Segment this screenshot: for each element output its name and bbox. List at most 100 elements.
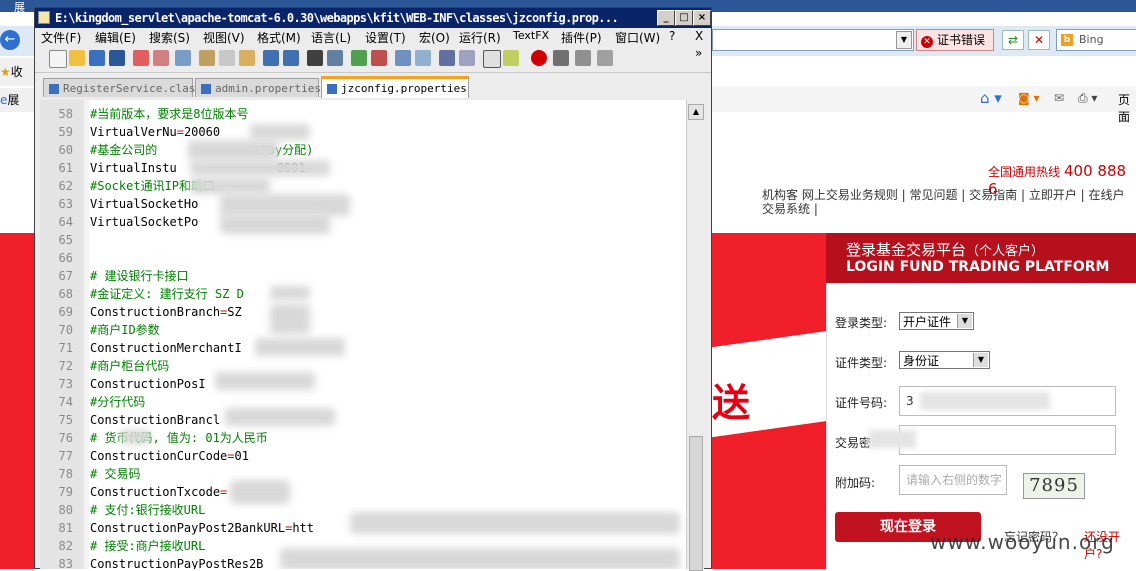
save-all-icon[interactable] xyxy=(109,50,125,66)
show-all-chars-icon[interactable] xyxy=(459,50,475,66)
play-macro-icon[interactable] xyxy=(575,50,591,66)
comment-text: #金证定义: 建行支行 SZ D xyxy=(90,287,244,301)
undo-icon[interactable] xyxy=(263,50,279,66)
comment-text: #当前版本，要求是8位版本号 xyxy=(90,107,249,121)
login-type-select[interactable]: 开户证件 ▼ xyxy=(899,312,974,330)
zoom-in-icon[interactable] xyxy=(351,50,367,66)
zoom-out-icon[interactable] xyxy=(371,50,387,66)
tab-registerservice[interactable]: RegisterService.class xyxy=(43,78,202,97)
file-icon xyxy=(201,84,211,94)
back-arrow-icon[interactable]: ← xyxy=(0,30,20,50)
menu-search[interactable]: 搜索(S) xyxy=(149,29,190,46)
editor-menubar: 文件(F) 编辑(E) 搜索(S) 视图(V) 格式(M) 语言(L) 设置(T… xyxy=(35,28,711,46)
home-icon[interactable]: ⌂ ▾ xyxy=(980,89,1002,107)
login-title-sub: （个人客户） xyxy=(966,244,1045,259)
captcha-image[interactable]: 7895 xyxy=(1023,473,1085,499)
scrollbar-thumb[interactable] xyxy=(689,436,703,571)
id-number-label: 证件号码: xyxy=(835,396,888,410)
mail-icon[interactable]: ✉ xyxy=(1054,91,1064,105)
wrap-icon[interactable] xyxy=(439,50,455,66)
rss-icon[interactable]: ◙ ▾ xyxy=(1018,91,1039,105)
minimize-icon[interactable]: _ xyxy=(657,10,675,26)
password-input[interactable] xyxy=(899,425,1116,455)
record-macro-icon[interactable] xyxy=(531,50,547,66)
editor-tab-bar: RegisterService.class admin.properties j… xyxy=(35,74,711,98)
paste-icon[interactable] xyxy=(239,50,255,66)
maximize-icon[interactable]: □ xyxy=(675,10,693,26)
menu-help[interactable]: ? xyxy=(669,29,675,43)
line-content: #金证定义: 建行支行 SZ D xyxy=(90,285,244,303)
line-content: #商户柜台代码 xyxy=(90,357,169,375)
copy-icon[interactable] xyxy=(219,50,235,66)
menu-run[interactable]: 运行(R) xyxy=(459,29,501,46)
page-menu[interactable]: 页面 xyxy=(1118,91,1136,125)
scroll-up-icon[interactable]: ▲ xyxy=(688,104,704,120)
id-type-select[interactable]: 身份证 ▼ xyxy=(899,351,990,369)
property-key: ConstructionPosI xyxy=(90,377,206,391)
open-file-icon[interactable] xyxy=(69,50,85,66)
menu-plugins[interactable]: 插件(P) xyxy=(561,29,602,46)
stop-macro-icon[interactable] xyxy=(553,50,569,66)
file-icon xyxy=(49,84,59,94)
search-box[interactable]: b Bing xyxy=(1056,29,1136,51)
menu-close[interactable]: X xyxy=(695,29,703,43)
print-icon[interactable] xyxy=(175,50,191,66)
line-number: 81 xyxy=(58,521,73,535)
redo-icon[interactable] xyxy=(283,50,299,66)
sync-horizontal-icon[interactable] xyxy=(415,50,431,66)
line-content: VirtualVerNu=20060 xyxy=(90,123,220,141)
replace-icon[interactable] xyxy=(327,50,343,66)
line-content: # 建设银行卡接口 xyxy=(90,267,188,285)
address-dropdown-icon[interactable]: ▼ xyxy=(896,31,912,49)
certificate-error-button[interactable]: ✕ 证书错误 xyxy=(916,29,994,51)
find-icon[interactable] xyxy=(307,50,323,66)
menu-window[interactable]: 窗口(W) xyxy=(615,29,660,46)
menu-file[interactable]: 文件(F) xyxy=(41,29,81,46)
chevron-down-icon: ▼ xyxy=(957,314,972,328)
tab-jzconfig-properties[interactable]: jzconfig.properties xyxy=(321,76,469,98)
close-file-icon[interactable] xyxy=(133,50,149,66)
menu-macro[interactable]: 宏(O) xyxy=(419,29,450,46)
comment-text: # 交易码 xyxy=(90,467,141,481)
tab-label: admin.properties xyxy=(215,82,321,95)
comment-text: #基金公司的 xyxy=(90,143,158,157)
comment-text: #分行代码 xyxy=(90,395,146,409)
menu-view[interactable]: 视图(V) xyxy=(203,29,245,46)
vertical-scrollbar[interactable]: ▲ xyxy=(686,100,704,571)
line-number: 66 xyxy=(58,251,73,265)
stop-icon[interactable]: ✕ xyxy=(1028,30,1050,50)
toolbar-overflow-icon[interactable]: » xyxy=(695,46,702,60)
menu-settings[interactable]: 设置(T) xyxy=(365,29,406,46)
save-icon[interactable] xyxy=(89,50,105,66)
line-number: 78 xyxy=(58,467,73,481)
editor-title-bar[interactable]: E:\kingdom_servlet\apache-tomcat-6.0.30\… xyxy=(35,8,711,28)
line-number: 61 xyxy=(58,161,73,175)
cut-icon[interactable] xyxy=(199,50,215,66)
tab-admin-properties[interactable]: admin.properties xyxy=(195,78,321,97)
run-macro-icon[interactable] xyxy=(597,50,613,66)
refresh-icon[interactable]: ⇄ xyxy=(1002,30,1024,50)
site-nav-links[interactable]: 机构客 网上交易业务规则 | 常见问题 | 交易指南 | 立即开户 | 在线户交… xyxy=(762,188,1136,216)
captcha-input[interactable]: 请输入右侧的数字 xyxy=(899,465,1007,495)
line-number: 71 xyxy=(58,341,73,355)
line-number: 64 xyxy=(58,215,73,229)
indent-guide-icon[interactable] xyxy=(483,50,501,68)
print-icon[interactable]: ⎙ ▾ xyxy=(1078,91,1097,106)
sync-vertical-icon[interactable] xyxy=(395,50,411,66)
menu-textfx[interactable]: TextFX xyxy=(513,29,549,42)
captcha-label: 附加码: xyxy=(835,476,876,490)
line-number: 68 xyxy=(58,287,73,301)
menu-language[interactable]: 语言(L) xyxy=(311,29,351,46)
close-icon[interactable]: × xyxy=(693,10,711,26)
line-content: # 货币代码, 值为: 01为人民币 xyxy=(90,429,268,447)
bing-icon: b xyxy=(1061,34,1073,46)
error-icon: ✕ xyxy=(921,36,933,48)
menu-format[interactable]: 格式(M) xyxy=(257,29,301,46)
address-bar[interactable] xyxy=(712,29,914,51)
doc-map-icon[interactable] xyxy=(503,50,519,66)
property-key: ConstructionPayPost2BankURL xyxy=(90,521,286,535)
menu-edit[interactable]: 编辑(E) xyxy=(95,29,136,46)
new-file-icon[interactable] xyxy=(49,50,67,68)
close-all-icon[interactable] xyxy=(153,50,169,66)
equals-operator: = xyxy=(227,449,235,463)
